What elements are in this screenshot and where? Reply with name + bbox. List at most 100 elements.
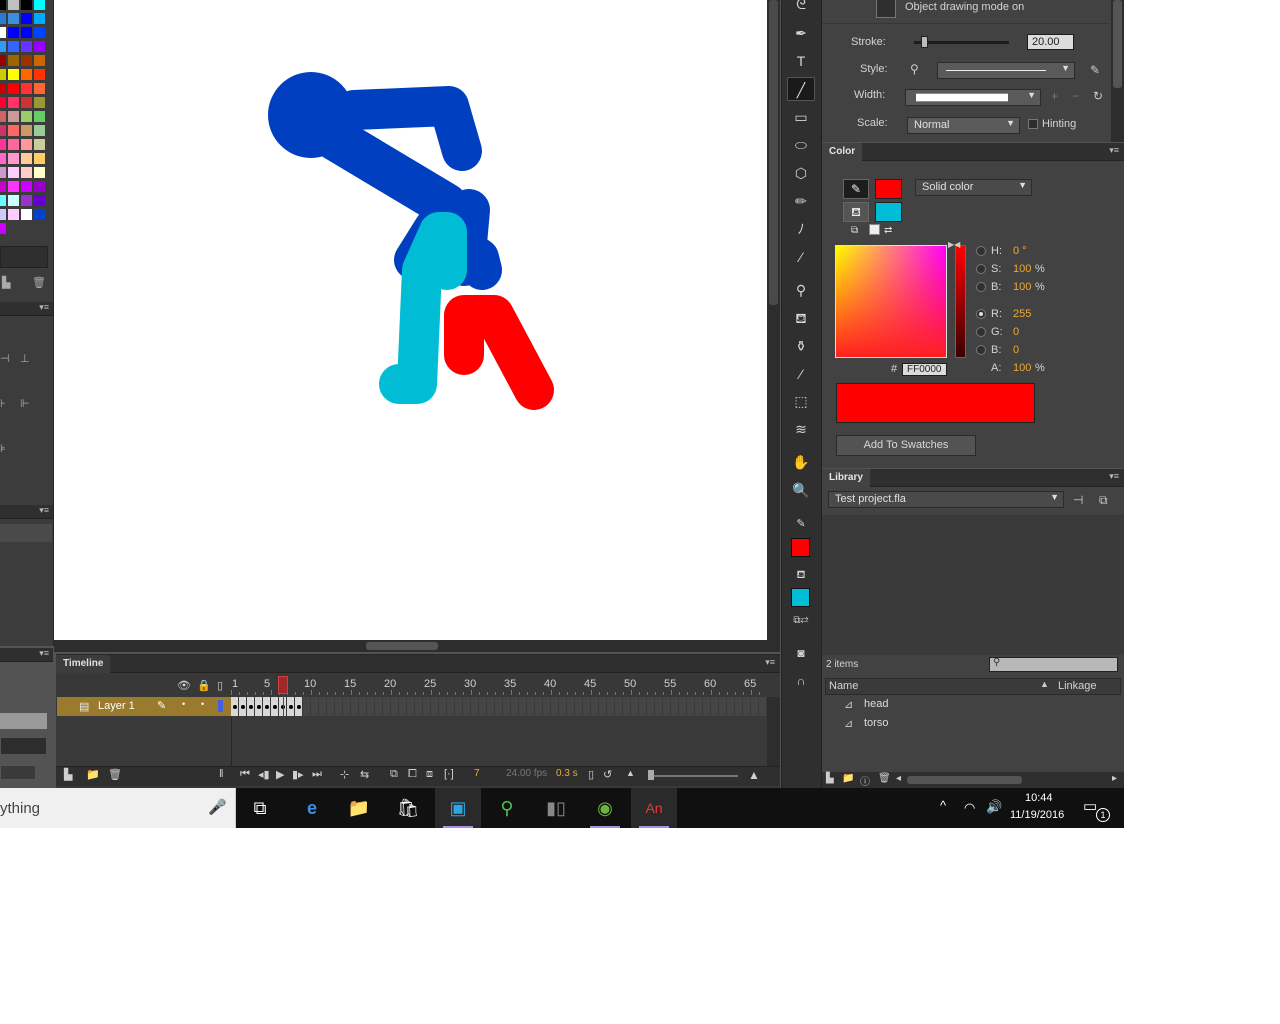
- zoom-slider[interactable]: [650, 775, 738, 777]
- new-library-icon[interactable]: ⧉: [1099, 493, 1108, 508]
- swatch[interactable]: [0, 111, 6, 122]
- swatch[interactable]: [8, 125, 19, 136]
- b-value[interactable]: 100: [1013, 281, 1031, 293]
- swatch[interactable]: [34, 55, 45, 66]
- swatch[interactable]: [34, 125, 45, 136]
- frame-cell[interactable]: [335, 697, 343, 716]
- hex-field[interactable]: FF0000: [902, 363, 947, 376]
- apply-field[interactable]: [0, 765, 36, 780]
- r-value[interactable]: 255: [1013, 308, 1031, 320]
- frame-cell[interactable]: [471, 697, 479, 716]
- frame-cell[interactable]: [679, 697, 687, 716]
- swatch[interactable]: [8, 167, 19, 178]
- frame-cell[interactable]: [743, 697, 751, 716]
- swatch[interactable]: [21, 41, 32, 52]
- last-frame-icon[interactable]: ⏭: [312, 768, 322, 781]
- frame-cell[interactable]: [607, 697, 615, 716]
- swatch[interactable]: [34, 111, 45, 122]
- swatch[interactable]: [8, 195, 19, 206]
- layer-name[interactable]: Layer 1: [98, 700, 135, 712]
- g-radio[interactable]: [976, 327, 986, 337]
- slider-arrow-icon[interactable]: ▶◀: [948, 240, 960, 249]
- swatch[interactable]: [34, 181, 45, 192]
- utorrent-icon[interactable]: ◉: [582, 788, 628, 828]
- frame-cell[interactable]: [407, 697, 415, 716]
- trash-icon[interactable]: 🗑: [878, 773, 891, 784]
- swatch[interactable]: [34, 195, 45, 206]
- align-left-icon[interactable]: ⊣: [0, 352, 10, 365]
- hand-icon[interactable]: ✋: [787, 450, 815, 474]
- brush-icon[interactable]: ⁄: [787, 245, 815, 269]
- stroke-slider[interactable]: [914, 41, 1009, 44]
- swatch[interactable]: [0, 223, 6, 234]
- width-tool-icon[interactable]: ≋: [787, 417, 815, 441]
- swatch[interactable]: [0, 55, 6, 66]
- alpha-value[interactable]: 100: [1013, 362, 1031, 374]
- zoom-icon[interactable]: 🔍: [787, 478, 815, 502]
- blue-radio[interactable]: [976, 345, 986, 355]
- swatch[interactable]: [8, 13, 19, 24]
- frame-cell[interactable]: [351, 697, 359, 716]
- swatch[interactable]: [0, 27, 6, 38]
- frame-cell[interactable]: [311, 697, 319, 716]
- s-value[interactable]: 100: [1013, 263, 1031, 275]
- wifi-icon[interactable]: ◠: [964, 800, 975, 816]
- stroke-field[interactable]: 20.00: [1027, 34, 1074, 50]
- frame-cell[interactable]: [647, 697, 655, 716]
- h-radio[interactable]: [976, 246, 986, 256]
- transform-field[interactable]: [0, 713, 47, 729]
- panel-menu-icon[interactable]: ▾≡: [1109, 145, 1119, 156]
- frame-cell[interactable]: [671, 697, 679, 716]
- frame-cell[interactable]: [543, 697, 551, 716]
- frame-cell[interactable]: [583, 697, 591, 716]
- rotate-icon[interactable]: ↺: [603, 768, 612, 781]
- frame-cell[interactable]: [551, 697, 559, 716]
- layer-row[interactable]: ▤ Layer 1 ✎ • •: [57, 697, 231, 716]
- frame-cell[interactable]: [319, 697, 327, 716]
- store-icon[interactable]: 🛍: [385, 788, 431, 828]
- file-explorer-icon[interactable]: 📁: [336, 788, 382, 828]
- swap-icon[interactable]: ⇄: [884, 225, 892, 236]
- playhead-handle[interactable]: [278, 676, 288, 694]
- timeline-tab[interactable]: Timeline: [56, 655, 111, 673]
- elapsed-time[interactable]: 0.3 s: [556, 768, 578, 779]
- frame-cell[interactable]: [383, 697, 391, 716]
- loop-icon[interactable]: ⇆: [360, 768, 369, 781]
- swatch[interactable]: [34, 83, 45, 94]
- add-profile-icon[interactable]: +: [1051, 89, 1058, 103]
- volume-icon[interactable]: 🔊: [986, 799, 1002, 815]
- linkage-column[interactable]: Linkage: [1058, 680, 1097, 692]
- frame-cell[interactable]: [359, 697, 367, 716]
- frame-cell[interactable]: [239, 697, 247, 716]
- frame-cell[interactable]: [639, 697, 647, 716]
- frame-cell[interactable]: [687, 697, 695, 716]
- timeline-scrollbar[interactable]: [767, 697, 780, 766]
- align-bottom-icon[interactable]: ⊥: [20, 352, 30, 365]
- blue-value[interactable]: 0: [1013, 344, 1019, 356]
- swatch[interactable]: [8, 0, 19, 10]
- color-tab[interactable]: Color: [822, 143, 863, 161]
- frame-cell[interactable]: [711, 697, 719, 716]
- frame-cell[interactable]: [503, 697, 511, 716]
- eraser-icon[interactable]: ⬚: [787, 389, 815, 413]
- frame-cell[interactable]: [271, 697, 279, 716]
- oval-icon[interactable]: ⬭: [787, 133, 815, 157]
- step-back-icon[interactable]: ◂▮: [258, 768, 270, 781]
- hinting-checkbox[interactable]: [1028, 119, 1038, 129]
- center-frame-icon[interactable]: ⊹: [340, 768, 349, 781]
- style-options-icon[interactable]: ⚲: [910, 62, 919, 76]
- swatch[interactable]: [8, 139, 19, 150]
- stage-vertical-scrollbar[interactable]: [767, 0, 780, 642]
- frame-cell[interactable]: [287, 697, 295, 716]
- swatch[interactable]: [0, 139, 6, 150]
- swatch[interactable]: [0, 153, 6, 164]
- lock-icon[interactable]: 🔒: [197, 679, 211, 692]
- transform-stepper[interactable]: [0, 737, 47, 755]
- frame-cell[interactable]: [615, 697, 623, 716]
- splitter-icon[interactable]: ‖: [219, 768, 224, 780]
- frame-cell[interactable]: [295, 697, 303, 716]
- distribute-center-icon[interactable]: ⊩: [20, 397, 30, 410]
- stage-horizontal-scrollbar[interactable]: [54, 640, 780, 652]
- frame-rate[interactable]: 24.00 fps: [506, 768, 547, 779]
- animate-icon[interactable]: An: [631, 788, 677, 828]
